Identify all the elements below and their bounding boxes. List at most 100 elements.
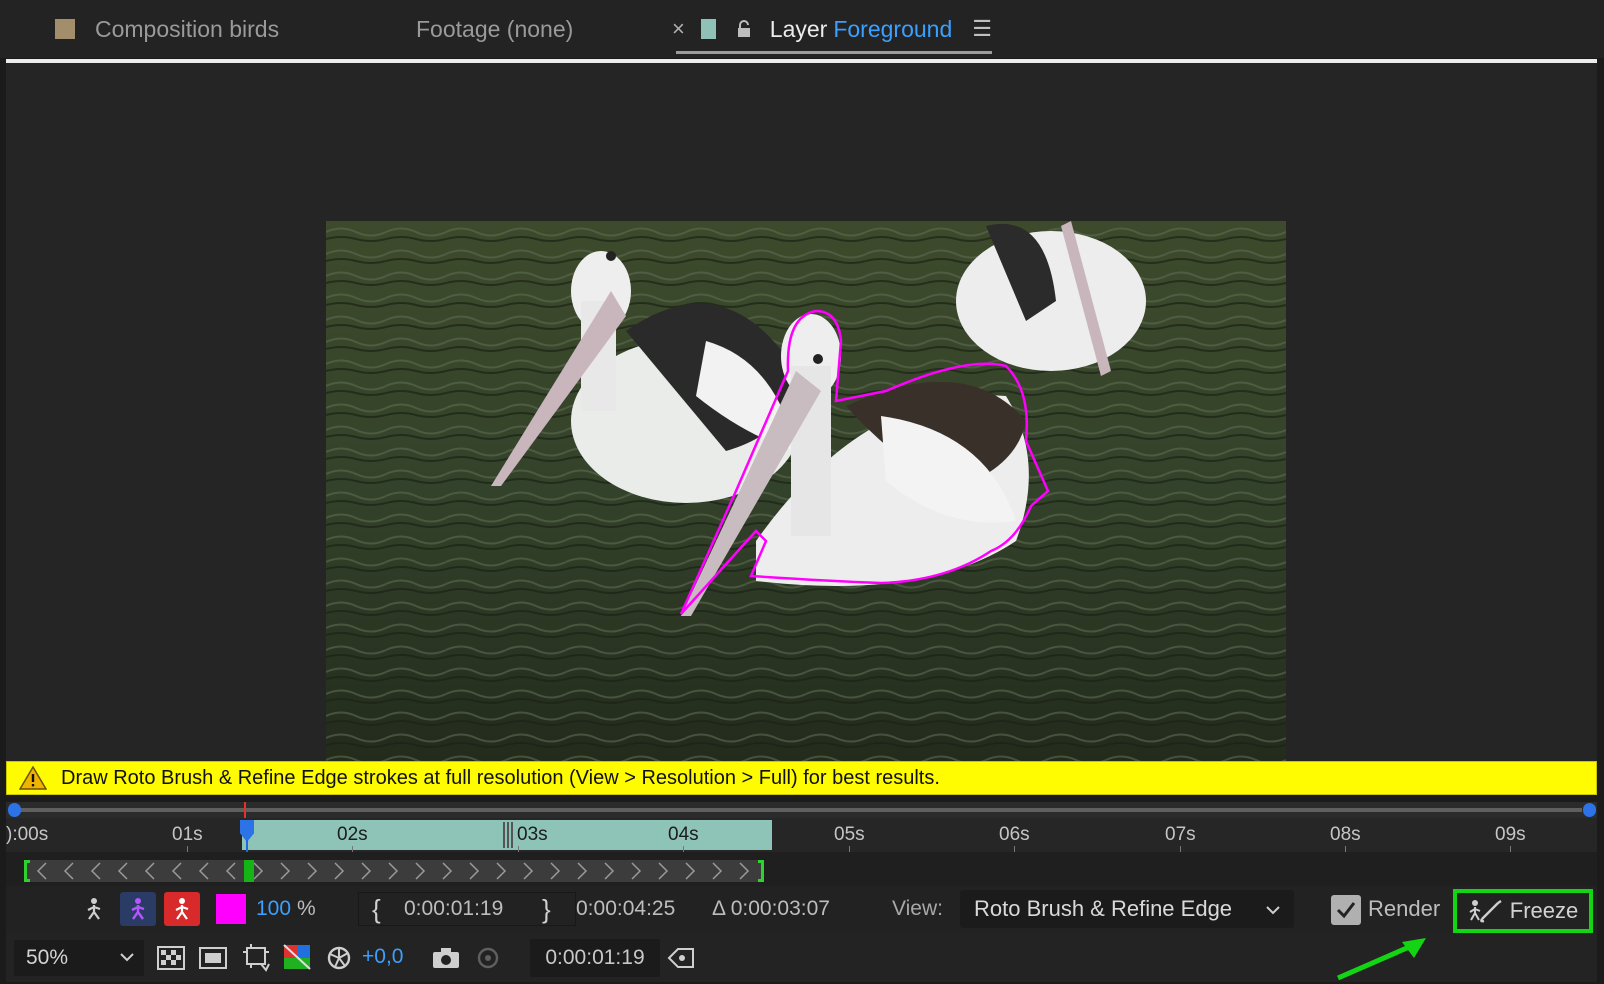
render-checkbox[interactable] [1331,895,1361,925]
propagation-chevron [307,862,318,880]
propagation-chevron [36,862,47,880]
tab-layer-prefix: Layer [769,15,828,42]
time-navigator-track [20,808,1582,812]
propagation-chevron [523,862,534,880]
pelican-footage-image [326,221,1286,761]
overlay-opacity[interactable]: 100 % [256,892,316,926]
propagation-chevron [361,862,372,880]
tick-label: 02s [337,824,368,845]
freeze-label: Freeze [1509,898,1579,923]
propagation-chevron [415,862,426,880]
propagation-chevron [685,862,696,880]
current-time-display[interactable]: 0:00:01:19 [530,939,660,977]
set-out-point-icon[interactable]: } [542,892,551,926]
magnification-dropdown[interactable]: 50% [14,940,144,976]
propagation-chevron [388,862,399,880]
chevron-down-icon [118,948,136,972]
tick-label: 07s [1165,824,1196,845]
tab-footage-label: Footage (none) [416,15,574,42]
time-navigator-indicator [244,802,246,818]
time-navigator-start-handle[interactable] [8,803,21,817]
footage-frame[interactable] [326,221,1286,761]
transparency-grid-icon[interactable] [156,942,186,974]
show-snapshot-icon[interactable] [472,942,504,974]
chevron-down-icon [1264,899,1282,925]
background-brush-icon[interactable] [164,892,200,926]
tab-composition-label: Composition birds [95,15,280,42]
span-start-bracket[interactable] [24,860,30,882]
propagation-track[interactable] [24,860,764,882]
overlay-opacity-unit: % [297,897,316,920]
propagation-chevron [198,862,209,880]
snapshot-camera-icon[interactable] [430,942,462,974]
close-icon[interactable]: × [672,16,685,42]
overlay-opacity-value[interactable]: 100 [256,897,291,921]
tab-layer[interactable]: × Layer Foreground ☰ [672,0,992,58]
duration-readout: Δ 0:00:03:07 [712,897,830,920]
render-label: Render [1368,896,1441,921]
tick-label: 03s [517,824,548,845]
active-tab-indicator [676,51,992,54]
exposure-value-text: +0,0 [362,945,404,968]
freeze-button[interactable]: Freeze [1453,889,1593,933]
span-end-bracket[interactable] [758,860,764,882]
layer-viewer[interactable] [6,63,1597,761]
tab-layer-name: Foreground [833,15,953,42]
composition-color-swatch [55,19,75,39]
resolution-warning-bar: Draw Roto Brush & Refine Edge strokes at… [6,761,1597,795]
layer-color-swatch [700,19,716,39]
propagation-chevron [225,862,236,880]
current-time-text: 0:00:01:19 [545,946,645,969]
set-in-point-icon[interactable]: { [372,892,381,926]
propagation-chevron [712,862,723,880]
out-point-time[interactable]: 0:00:04:25 [576,892,675,926]
base-frame-indicator [244,860,254,882]
propagation-chevron [550,862,561,880]
propagation-chevron [253,862,264,880]
propagation-chevron [604,862,615,880]
propagation-chevron [144,862,155,880]
reset-exposure-icon[interactable] [324,942,354,974]
view-dropdown-value: Roto Brush & Refine Edge [974,896,1233,921]
view-label: View: [892,897,943,920]
propagation-chevron [334,862,345,880]
tab-footage[interactable]: Footage (none) [416,0,573,58]
channels-icon[interactable] [282,942,312,974]
propagation-chevrons [36,862,750,880]
lock-icon[interactable] [736,19,752,39]
in-point-time[interactable]: 0:00:01:19 [404,892,503,926]
time-navigator-end-handle[interactable] [1583,803,1596,817]
foreground-brush-icon[interactable] [120,892,156,926]
propagation-chevron [469,862,480,880]
viewer-tab-bar: Composition birds Footage (none) × Layer… [0,0,1604,58]
tick-label: 09s [1495,824,1526,845]
propagation-chevron [63,862,74,880]
tick-label: 08s [1330,824,1361,845]
tick-label: 05s [834,824,865,845]
tick-label: 01s [172,824,203,845]
exposure-value[interactable]: +0,0 [362,940,403,974]
warning-text: Draw Roto Brush & Refine Edge strokes at… [61,766,940,789]
layer-panel-toolbar: 100 % { 0:00:01:19 } 0:00:04:25 Δ 0:00:0… [6,886,1597,934]
base-frame-marker [503,822,515,848]
propagation-chevron [496,862,507,880]
fast-preview-icon[interactable] [666,942,696,974]
time-ruler[interactable]: ):00s 01s 02s 03s 04s 05s 06s 07s 08s 09… [6,818,1597,852]
tab-composition[interactable]: Composition birds [55,0,279,58]
propagation-chevron [631,862,642,880]
current-time-line [246,840,248,852]
annotation-arrow-icon [1337,938,1426,981]
view-dropdown[interactable]: Roto Brush & Refine Edge [960,890,1294,928]
panel-menu-icon[interactable]: ☰ [972,16,992,42]
checkmark-icon [1336,902,1356,919]
mask-visibility-icon[interactable] [198,942,228,974]
time-navigator[interactable] [6,802,1597,818]
tick-label: 06s [999,824,1030,845]
propagation-chevron [90,862,101,880]
propagation-chevron [739,862,750,880]
overlay-color-swatch[interactable] [216,894,246,924]
region-of-interest-icon[interactable] [240,940,272,974]
roto-person-icon[interactable] [76,892,112,926]
warning-icon [19,766,47,790]
tick-label: ):00s [6,824,49,845]
